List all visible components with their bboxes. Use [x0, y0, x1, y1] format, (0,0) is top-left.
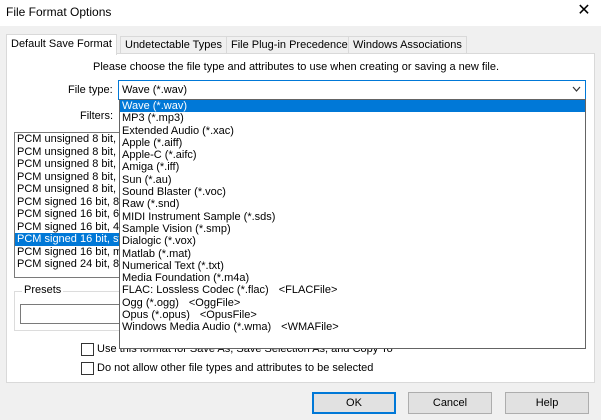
file-type-option[interactable]: FLAC: Lossless Codec (*.flac) <FLACFile>: [120, 284, 585, 296]
file-type-option[interactable]: MIDI Instrument Sample (*.sds): [120, 211, 585, 223]
list-item[interactable]: PCM signed 16 bit, 4: [15, 221, 119, 234]
file-type-option[interactable]: Opus (*.opus) <OpusFile>: [120, 309, 585, 321]
window-title: File Format Options: [6, 5, 112, 19]
file-type-option[interactable]: Numerical Text (*.txt): [120, 260, 585, 272]
list-item[interactable]: PCM signed 16 bit, 6: [15, 208, 119, 221]
file-type-value: Wave (*.wav): [122, 84, 187, 96]
file-type-option[interactable]: Windows Media Audio (*.wma) <WMAFile>: [120, 321, 585, 333]
help-button[interactable]: Help: [505, 392, 589, 414]
file-type-option[interactable]: Media Foundation (*.m4a): [120, 272, 585, 284]
file-type-option[interactable]: Sun (*.au): [120, 174, 585, 186]
file-type-select[interactable]: Wave (*.wav): [118, 80, 586, 100]
list-item-selected[interactable]: PCM signed 16 bit, st: [15, 233, 119, 246]
list-item[interactable]: PCM unsigned 8 bit, n: [15, 183, 119, 196]
tab-undetectable-types[interactable]: Undetectable Types: [120, 36, 228, 53]
file-type-option[interactable]: Extended Audio (*.xac): [120, 125, 585, 137]
list-item[interactable]: PCM unsigned 8 bit, 8: [15, 146, 119, 159]
presets-label: Presets: [22, 284, 64, 296]
ok-button[interactable]: OK: [312, 392, 396, 414]
presets-input[interactable]: [20, 304, 122, 324]
list-item[interactable]: PCM unsigned 8 bit, 8: [15, 133, 119, 146]
file-type-option[interactable]: Apple (*.aiff): [120, 137, 585, 149]
file-type-option[interactable]: Matlab (*.mat): [120, 248, 585, 260]
use-format-checkbox[interactable]: [81, 343, 94, 356]
file-type-dropdown[interactable]: Wave (*.wav) MP3 (*.mp3) Extended Audio …: [119, 99, 586, 349]
file-type-option[interactable]: Amiga (*.iff): [120, 161, 585, 173]
list-item[interactable]: PCM unsigned 8 bit, s: [15, 171, 119, 184]
restrict-types-label: Do not allow other file types and attrib…: [97, 362, 374, 374]
file-type-option[interactable]: Dialogic (*.vox): [120, 235, 585, 247]
file-type-option[interactable]: MP3 (*.mp3): [120, 112, 585, 124]
cancel-button[interactable]: Cancel: [408, 392, 492, 414]
instructions-text: Please choose the file type and attribut…: [93, 61, 500, 73]
file-type-option[interactable]: Raw (*.snd): [120, 198, 585, 210]
file-type-option[interactable]: Ogg (*.ogg) <OggFile>: [120, 297, 585, 309]
tab-windows-associations[interactable]: Windows Associations: [348, 36, 467, 53]
attributes-list[interactable]: PCM unsigned 8 bit, 8 PCM unsigned 8 bit…: [14, 132, 120, 278]
file-type-label: File type:: [68, 84, 113, 96]
file-type-option[interactable]: Sound Blaster (*.voc): [120, 186, 585, 198]
file-type-option[interactable]: Apple-C (*.aifc): [120, 149, 585, 161]
file-type-option[interactable]: Sample Vision (*.smp): [120, 223, 585, 235]
tab-default-save-format[interactable]: Default Save Format: [6, 34, 117, 55]
title-bar: File Format Options ✕: [0, 0, 601, 26]
restrict-types-checkbox[interactable]: [81, 362, 94, 375]
tab-file-plugin-precedence[interactable]: File Plug-in Precedence: [226, 36, 353, 53]
list-item[interactable]: PCM signed 24 bit, 8: [15, 258, 119, 271]
close-icon[interactable]: ✕: [575, 2, 593, 20]
list-item[interactable]: PCM unsigned 8 bit, 4: [15, 158, 119, 171]
list-item[interactable]: PCM signed 16 bit, 8: [15, 196, 119, 209]
list-item[interactable]: PCM signed 16 bit, mo: [15, 246, 119, 259]
file-type-option-selected[interactable]: Wave (*.wav): [120, 100, 585, 113]
filters-label: Filters:: [80, 110, 113, 122]
